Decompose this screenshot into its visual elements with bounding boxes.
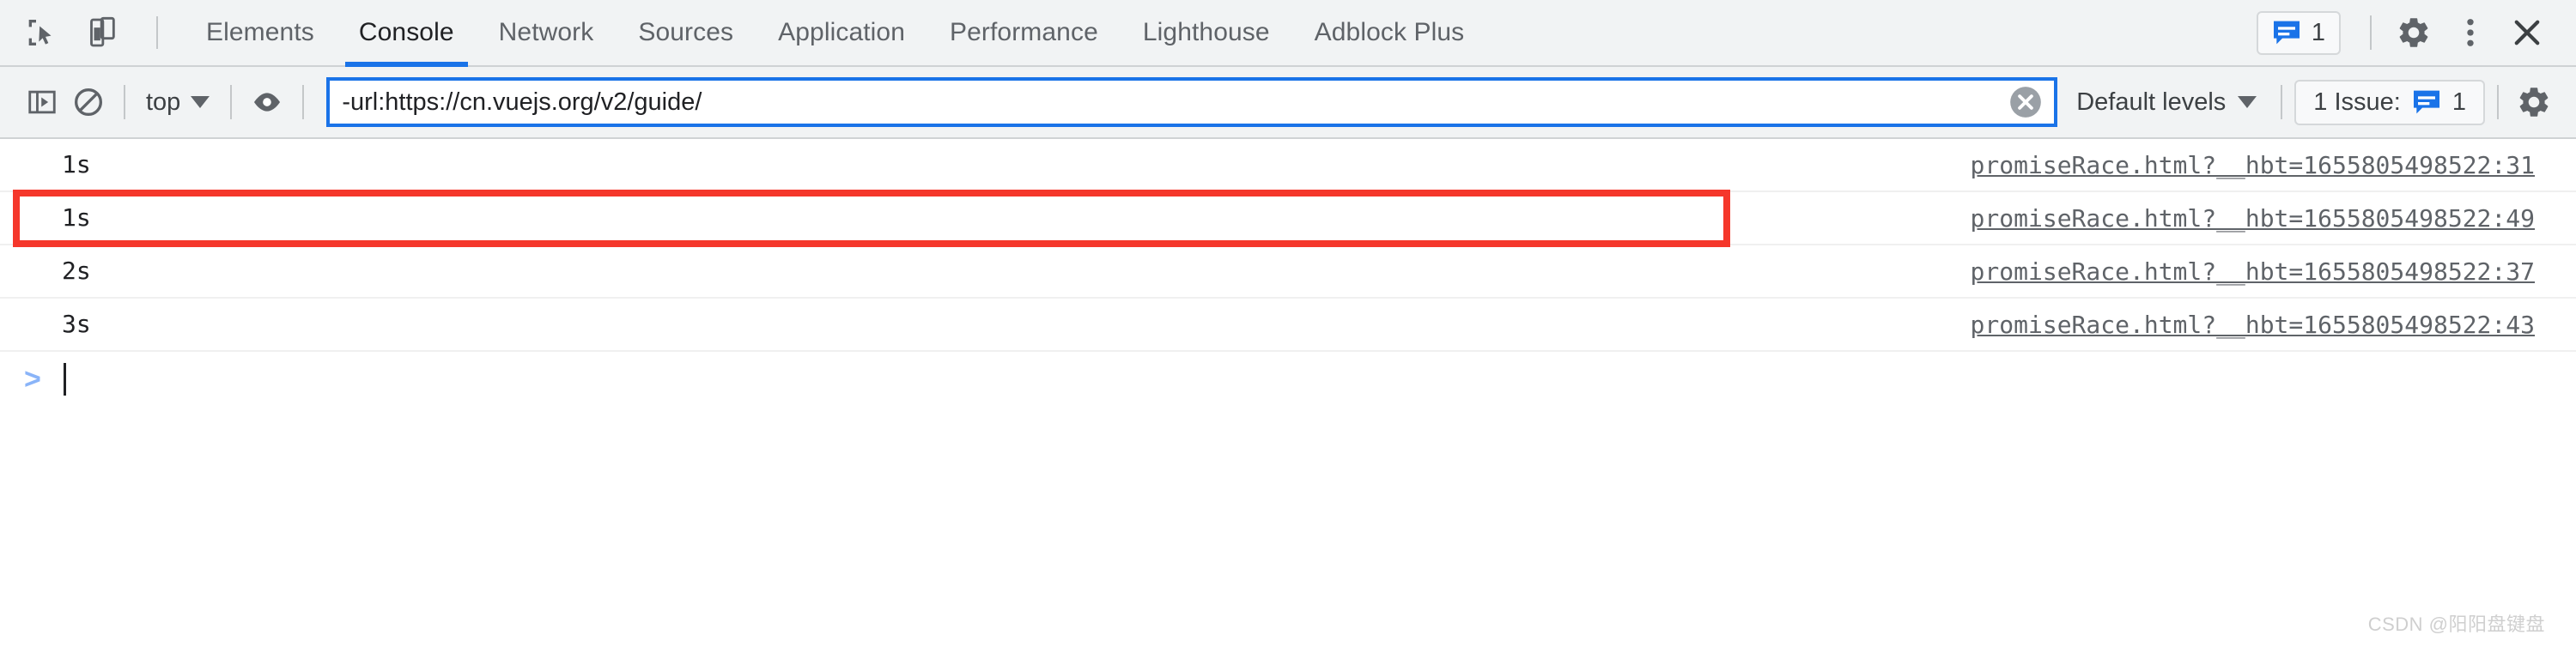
issues-badge-button[interactable]: 1 <box>2256 10 2341 55</box>
tab-performance[interactable]: Performance <box>927 0 1121 65</box>
gear-icon[interactable] <box>2387 6 2440 59</box>
tab-elements[interactable]: Elements <box>184 0 337 65</box>
tab-adblock-plus-label: Adblock Plus <box>1314 18 1465 46</box>
issues-status-button[interactable]: 1 Issue: 1 <box>2294 79 2485 125</box>
toolbar-divider-5 <box>2497 85 2499 119</box>
kebab-menu-icon[interactable] <box>2444 6 2497 59</box>
tabbar-left-icon-group <box>0 0 172 65</box>
tab-console[interactable]: Console <box>337 0 477 67</box>
issues-status-count: 1 <box>2451 88 2466 116</box>
tab-elements-label: Elements <box>206 18 314 46</box>
clear-console-icon[interactable] <box>65 79 112 125</box>
issues-status-label: 1 Issue: <box>2313 88 2401 116</box>
console-prompt[interactable]: > <box>0 352 2576 407</box>
gear-icon[interactable] <box>2511 79 2557 125</box>
table-row[interactable]: 1s promiseRace.html?__hbt=1655805498522:… <box>0 192 2576 245</box>
console-toolbar: top Default levels 1 Issue: <box>0 67 2576 139</box>
message-icon <box>2272 20 2301 45</box>
devtools-tab-list: Elements Console Network Sources Applica… <box>184 0 1487 67</box>
console-message-text: 1s <box>62 150 91 178</box>
inspect-element-icon[interactable] <box>19 11 62 54</box>
close-icon[interactable] <box>2500 6 2554 59</box>
log-levels-selector[interactable]: Default levels <box>2064 88 2269 117</box>
devtools-tabbar: Elements Console Network Sources Applica… <box>0 0 2576 67</box>
text-cursor <box>63 363 66 396</box>
toolbar-divider-2 <box>230 85 233 119</box>
toolbar-divider-3 <box>302 85 305 119</box>
device-toolbar-icon[interactable] <box>81 11 124 54</box>
context-selector-value: top <box>146 88 181 116</box>
console-message-list[interactable]: 1s promiseRace.html?__hbt=1655805498522:… <box>0 139 2576 657</box>
table-row[interactable]: 1s promiseRace.html?__hbt=1655805498522:… <box>0 139 2576 192</box>
tab-sources-label: Sources <box>638 18 734 46</box>
chevron-down-icon <box>2238 96 2257 108</box>
tab-console-label: Console <box>358 18 454 46</box>
table-row[interactable]: 2s promiseRace.html?__hbt=1655805498522:… <box>0 245 2576 299</box>
toolbar-divider-4 <box>2281 85 2283 119</box>
log-levels-value: Default levels <box>2076 88 2227 116</box>
issues-badge-count: 1 <box>2311 18 2325 46</box>
toolbar-divider-1 <box>124 85 125 119</box>
tab-sources[interactable]: Sources <box>616 0 756 65</box>
clear-input-icon[interactable] <box>2006 82 2045 122</box>
tabbar-right-group: 1 <box>2256 0 2576 65</box>
tab-performance-label: Performance <box>950 18 1098 46</box>
tabbar-right-divider <box>2370 15 2372 50</box>
table-row[interactable]: 3s promiseRace.html?__hbt=1655805498522:… <box>0 299 2576 352</box>
tab-network[interactable]: Network <box>477 0 617 65</box>
console-message-text: 2s <box>62 257 91 285</box>
eye-icon[interactable] <box>244 79 290 125</box>
tab-lighthouse-label: Lighthouse <box>1142 18 1270 46</box>
console-source-link[interactable]: promiseRace.html?__hbt=1655805498522:31 <box>1971 151 2535 179</box>
tab-adblock-plus[interactable]: Adblock Plus <box>1292 0 1487 65</box>
filter-input[interactable] <box>330 88 2007 117</box>
tabbar-divider <box>156 16 158 49</box>
console-source-link[interactable]: promiseRace.html?__hbt=1655805498522:43 <box>1971 311 2535 339</box>
console-source-link[interactable]: promiseRace.html?__hbt=1655805498522:37 <box>1971 257 2535 286</box>
console-sidebar-icon[interactable] <box>19 79 65 125</box>
filter-input-wrapper <box>326 77 2058 127</box>
tab-lighthouse[interactable]: Lighthouse <box>1121 0 1292 65</box>
tab-network-label: Network <box>498 18 594 46</box>
context-selector[interactable]: top <box>137 88 218 117</box>
message-icon <box>2412 89 2441 115</box>
watermark-text: CSDN @阳阳盘键盘 <box>2367 614 2545 635</box>
prompt-chevron-icon: > <box>24 363 41 396</box>
devtools-window: Elements Console Network Sources Applica… <box>0 0 2576 659</box>
tab-application[interactable]: Application <box>756 0 927 65</box>
console-source-link[interactable]: promiseRace.html?__hbt=1655805498522:49 <box>1971 204 2535 233</box>
chevron-down-icon <box>191 96 210 108</box>
console-message-text: 1s <box>62 203 91 232</box>
console-message-text: 3s <box>62 310 91 338</box>
tab-application-label: Application <box>778 18 906 46</box>
